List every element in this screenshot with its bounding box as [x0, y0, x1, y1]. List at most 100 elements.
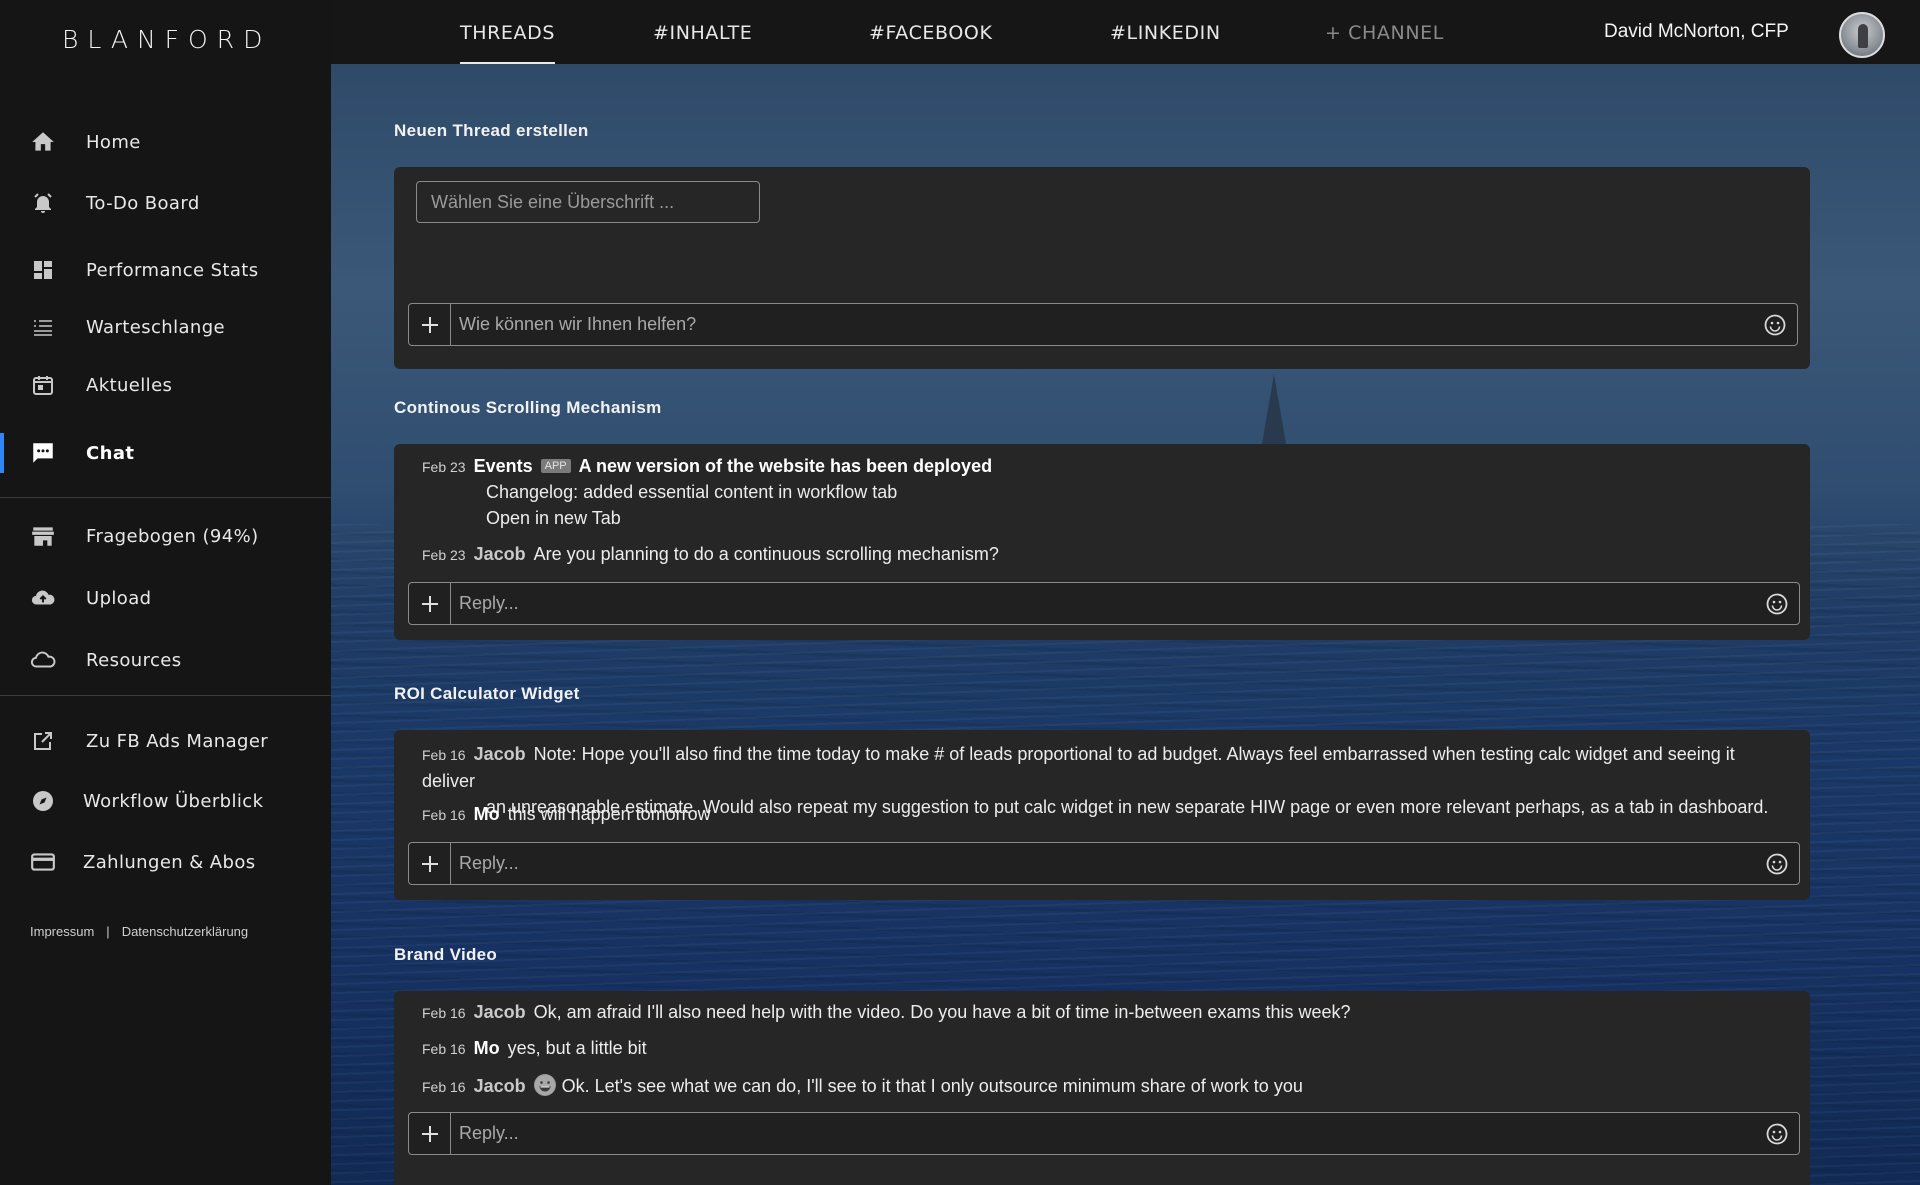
privacy-link[interactable]: Datenschutzerklärung	[122, 924, 248, 939]
alarm-icon	[29, 189, 57, 217]
external-link-icon	[29, 727, 57, 755]
cloud-upload-icon	[29, 584, 57, 612]
main-content: Neuen Thread erstellen Continous Scrolli…	[331, 64, 1920, 1185]
message-author[interactable]: Jacob	[474, 1002, 526, 1022]
message-date: Feb 16	[422, 1079, 466, 1095]
sidebar-item-label: Zu FB Ads Manager	[86, 730, 269, 752]
emoji-picker-icon[interactable]	[1766, 593, 1788, 615]
message-author[interactable]: Mo	[474, 1038, 500, 1058]
sidebar-item-warteschlange[interactable]: Warteschlange	[0, 305, 331, 349]
new-thread-composer	[408, 303, 1798, 346]
new-thread-title: Neuen Thread erstellen	[394, 121, 589, 140]
sidebar-item-chat[interactable]: Chat	[0, 431, 331, 475]
add-attachment-button[interactable]	[409, 583, 451, 624]
sidebar-item-fragebogen[interactable]: Fragebogen (94%)	[0, 514, 331, 558]
calendar-icon	[29, 371, 57, 399]
reply-composer	[408, 842, 1800, 885]
new-thread-card	[394, 167, 1810, 369]
tab-threads[interactable]: THREADS	[460, 22, 555, 64]
store-icon	[29, 522, 57, 550]
new-thread-message-input[interactable]	[459, 304, 1739, 345]
impressum-link[interactable]: Impressum	[30, 924, 94, 939]
message-text: Are you planning to do a continuous scro…	[533, 544, 999, 564]
sidebar-item-resources[interactable]: Resources	[0, 638, 331, 682]
sidebar-divider	[0, 695, 331, 696]
message-text: yes, but a little bit	[507, 1038, 647, 1058]
message-author[interactable]: Mo	[474, 804, 500, 824]
sidebar-item-label: Upload	[86, 587, 152, 609]
chat-icon	[29, 439, 57, 467]
emoji-picker-icon[interactable]	[1766, 853, 1788, 875]
sidebar-item-label: Resources	[86, 649, 182, 671]
message-text: Ok, am afraid I'll also need help with t…	[533, 1002, 1351, 1022]
open-new-tab-link[interactable]: Open in new Tab	[486, 508, 621, 529]
thread-card: Feb 16 Jacob Note: Hope you'll also find t…	[394, 730, 1810, 900]
message-text: A new version of the website has been de…	[578, 456, 993, 476]
sidebar-item-workflow-ueberblick[interactable]: Workflow Überblick	[0, 779, 331, 823]
thread-message: Feb 16 Mo this will happen tomorrow	[422, 804, 711, 825]
thread-title: Brand Video	[394, 945, 498, 964]
tab-facebook[interactable]: #FACEBOOK	[869, 22, 993, 44]
reply-input[interactable]	[459, 843, 1739, 884]
avatar[interactable]	[1839, 12, 1885, 58]
sidebar-item-home[interactable]: Home	[0, 120, 331, 164]
sidebar-item-label: Fragebogen (94%)	[86, 525, 259, 547]
sidebar-item-label: Zahlungen & Abos	[83, 851, 256, 873]
user-name[interactable]: David McNorton, CFP	[1604, 21, 1789, 43]
credit-card-icon	[29, 848, 57, 876]
thread-message: Feb 16 Jacob Ok, am afraid I'll also need …	[422, 1002, 1351, 1023]
add-channel-button[interactable]: + CHANNEL	[1325, 22, 1444, 44]
changelog-line: Changelog: added essential content in wo…	[486, 482, 898, 502]
sidebar-item-aktuelles[interactable]: Aktuelles	[0, 363, 331, 407]
thread-message: Feb 23 Events APP A new version of the webs…	[422, 456, 992, 477]
reply-input[interactable]	[459, 583, 1739, 624]
compass-icon	[29, 787, 57, 815]
thread-title-input[interactable]	[416, 181, 760, 223]
plus-icon	[421, 595, 438, 612]
sidebar-item-zahlungen-abos[interactable]: Zahlungen & Abos	[0, 840, 331, 884]
tab-linkedin[interactable]: #LINKEDIN	[1110, 22, 1221, 44]
message-date: Feb 23	[422, 459, 466, 475]
footer-separator: |	[106, 924, 110, 939]
message-date: Feb 16	[422, 1041, 466, 1057]
sidebar-item-label: Home	[86, 131, 141, 153]
sidebar: BLANFORD Home To-Do Board Performance St…	[0, 0, 331, 1185]
sidebar-item-label: Workflow Überblick	[83, 790, 264, 812]
sidebar-item-todo-board[interactable]: To-Do Board	[0, 181, 331, 225]
plus-icon	[421, 855, 438, 872]
emoji-picker-icon[interactable]	[1764, 314, 1786, 336]
message-author[interactable]: Jacob	[474, 544, 526, 564]
message-text: Ok. Let's see what we can do, I'll see t…	[561, 1076, 1303, 1096]
message-date: Feb 23	[422, 547, 466, 563]
reply-composer	[408, 1112, 1800, 1155]
add-attachment-button[interactable]	[409, 1113, 451, 1154]
dashboard-icon	[29, 256, 57, 284]
message-author[interactable]: Jacob	[474, 1076, 526, 1096]
brand-logo[interactable]: BLANFORD	[62, 25, 271, 54]
cloud-icon	[29, 646, 57, 674]
emoji-picker-icon[interactable]	[1766, 1123, 1788, 1145]
footer-links: Impressum | Datenschutzerklärung	[30, 924, 248, 939]
reply-composer	[408, 582, 1800, 625]
message-author[interactable]: Jacob	[474, 744, 526, 764]
thread-title: Continous Scrolling Mechanism	[394, 398, 662, 417]
sidebar-item-label: Warteschlange	[86, 316, 226, 338]
sidebar-item-upload[interactable]: Upload	[0, 576, 331, 620]
background-sailboat	[1262, 374, 1286, 444]
message-date: Feb 16	[422, 747, 466, 763]
thread-message: Feb 16 Mo yes, but a little bit	[422, 1038, 647, 1059]
grinning-face-icon	[533, 1074, 556, 1096]
add-attachment-button[interactable]	[409, 843, 451, 884]
message-author[interactable]: Events	[474, 456, 533, 476]
reply-input[interactable]	[459, 1113, 1739, 1154]
message-date: Feb 16	[422, 1005, 466, 1021]
sidebar-item-fb-ads-manager[interactable]: Zu FB Ads Manager	[0, 719, 331, 763]
thread-message: Feb 16 Jacob Ok. Let's see what we can do…	[422, 1074, 1303, 1097]
thread-card: Feb 16 Jacob Ok, am afraid I'll also need …	[394, 991, 1810, 1185]
plus-icon	[421, 316, 438, 333]
message-date: Feb 16	[422, 807, 466, 823]
add-attachment-button[interactable]	[409, 304, 451, 345]
sidebar-item-performance-stats[interactable]: Performance Stats	[0, 248, 331, 292]
message-text: this will happen tomorrow	[507, 804, 711, 824]
tab-inhalte[interactable]: #INHALTE	[653, 22, 752, 44]
